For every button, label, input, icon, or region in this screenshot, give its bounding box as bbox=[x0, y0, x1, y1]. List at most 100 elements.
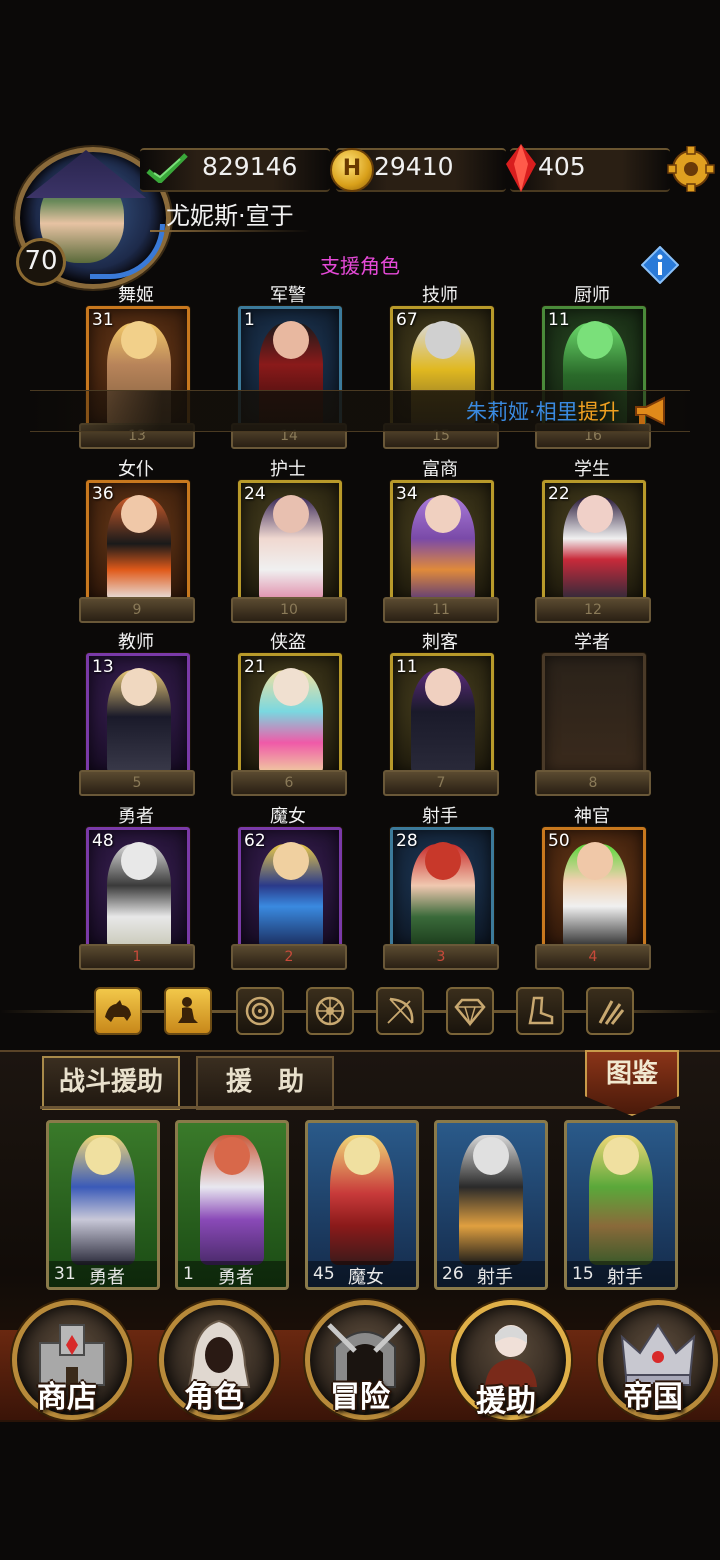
role-name: 军警 bbox=[270, 285, 306, 306]
support-card-class: 射手 bbox=[607, 1267, 643, 1288]
role-level: 62 bbox=[244, 831, 266, 851]
character-head bbox=[273, 842, 309, 880]
character-head bbox=[473, 1137, 509, 1175]
support-card[interactable]: 1 勇者 bbox=[175, 1120, 289, 1290]
role-card[interactable]: 28 bbox=[390, 827, 494, 949]
support-card[interactable]: 31 勇者 bbox=[46, 1120, 160, 1290]
character-head bbox=[273, 668, 309, 706]
support-card-info: 15 射手 bbox=[567, 1261, 675, 1287]
slot-plate: 12 bbox=[535, 597, 651, 623]
role-name: 射手 bbox=[422, 806, 458, 827]
bow-icon bbox=[387, 997, 414, 1024]
gem-value: 405 bbox=[538, 152, 586, 181]
tab-battle-support[interactable]: 战斗援助 bbox=[42, 1056, 180, 1110]
role-card[interactable]: 13 bbox=[86, 653, 190, 775]
filter-diamond-button[interactable] bbox=[446, 987, 494, 1035]
player-level-badge: 70 bbox=[16, 238, 66, 286]
role-name: 富商 bbox=[422, 459, 458, 480]
nav-empire-label: 帝国 bbox=[623, 1380, 683, 1415]
character-head bbox=[121, 668, 157, 706]
support-card-level: 1 bbox=[183, 1264, 194, 1284]
support-card[interactable]: 26 射手 bbox=[434, 1120, 548, 1290]
role-card[interactable]: 21 bbox=[238, 653, 342, 775]
red-gem-icon[interactable] bbox=[506, 144, 536, 192]
support-card-class: 勇者 bbox=[89, 1267, 125, 1288]
support-card-level: 45 bbox=[313, 1264, 335, 1284]
role-card[interactable]: 24 bbox=[238, 480, 342, 602]
character-head bbox=[273, 321, 309, 359]
role-name: 女仆 bbox=[118, 459, 154, 480]
role-level: 22 bbox=[548, 484, 570, 504]
filter-beast-button[interactable] bbox=[94, 987, 142, 1035]
role-level: 36 bbox=[92, 484, 114, 504]
slot-plate: 11 bbox=[383, 597, 499, 623]
slot-plate: 9 bbox=[79, 597, 195, 623]
role-card[interactable]: 36 bbox=[86, 480, 190, 602]
character-head bbox=[577, 495, 613, 533]
role-name: 技师 bbox=[422, 285, 458, 306]
role-level: 24 bbox=[244, 484, 266, 504]
filter-claw-button[interactable] bbox=[586, 987, 634, 1035]
section-title: 支援角色 bbox=[320, 254, 400, 278]
role-name: 侠盗 bbox=[270, 632, 306, 653]
role-name: 教师 bbox=[118, 632, 154, 653]
role-card-empty[interactable] bbox=[542, 653, 646, 775]
settings-gear-icon[interactable] bbox=[666, 146, 716, 192]
filter-wheel-button[interactable] bbox=[306, 987, 354, 1035]
gold-value: 29410 bbox=[374, 152, 454, 181]
horn-icon bbox=[635, 396, 665, 426]
slot-plate: 7 bbox=[383, 770, 499, 796]
role-name: 舞姬 bbox=[118, 285, 154, 306]
support-card-class: 射手 bbox=[477, 1267, 513, 1288]
role-level: 11 bbox=[548, 310, 570, 330]
role-card[interactable]: 48 bbox=[86, 827, 190, 949]
role-card[interactable]: 11 bbox=[390, 653, 494, 775]
character-head bbox=[85, 1137, 121, 1175]
role-card[interactable]: 62 bbox=[238, 827, 342, 949]
character-head bbox=[273, 495, 309, 533]
character-head bbox=[121, 842, 157, 880]
character-head bbox=[121, 321, 157, 359]
beast-icon bbox=[105, 1000, 131, 1022]
wheel-icon bbox=[315, 996, 345, 1026]
support-card[interactable]: 45 魔女 bbox=[305, 1120, 419, 1290]
nav-support-label: 援助 bbox=[476, 1384, 536, 1419]
exp-arc bbox=[90, 224, 165, 279]
announcement-text: 朱莉娅·相里提升 bbox=[466, 396, 620, 426]
role-name: 学者 bbox=[574, 632, 610, 653]
announcement-action: 提升 bbox=[577, 400, 620, 424]
role-card[interactable]: 50 bbox=[542, 827, 646, 949]
character-head bbox=[603, 1137, 639, 1175]
gold-coin-icon: H bbox=[330, 148, 374, 192]
character-head bbox=[577, 842, 613, 880]
role-name: 学生 bbox=[574, 459, 610, 480]
character-head bbox=[577, 321, 613, 359]
role-card[interactable]: 34 bbox=[390, 480, 494, 602]
filter-boot-button[interactable] bbox=[516, 987, 564, 1035]
role-level: 34 bbox=[396, 484, 418, 504]
character-head bbox=[425, 842, 461, 880]
support-card-class: 魔女 bbox=[348, 1267, 384, 1288]
support-card-info: 1 勇者 bbox=[178, 1261, 286, 1287]
filter-bow-button[interactable] bbox=[376, 987, 424, 1035]
tab-support[interactable]: 援 助 bbox=[196, 1056, 334, 1110]
slot-plate: 10 bbox=[231, 597, 347, 623]
role-level: 13 bbox=[92, 657, 114, 677]
filter-target-button[interactable] bbox=[236, 987, 284, 1035]
support-card-info: 26 射手 bbox=[437, 1261, 545, 1287]
info-icon[interactable] bbox=[641, 246, 679, 284]
character-head bbox=[425, 495, 461, 533]
tab-divider bbox=[40, 1106, 680, 1109]
nav-character-label: 角色 bbox=[184, 1380, 244, 1415]
support-card[interactable]: 15 射手 bbox=[564, 1120, 678, 1290]
player-name: 尤妮斯·宣于 bbox=[166, 202, 294, 230]
role-level: 11 bbox=[396, 657, 418, 677]
filter-woman-button[interactable] bbox=[164, 987, 212, 1035]
role-card[interactable]: 22 bbox=[542, 480, 646, 602]
role-level: 1 bbox=[244, 310, 255, 330]
role-name: 护士 bbox=[270, 459, 306, 480]
game-screen: 70 829146 H 29410 405 尤妮斯·宣于 支援角色 舞姬 军警 … bbox=[0, 0, 720, 1560]
character-head bbox=[425, 321, 461, 359]
woman-silhouette-icon bbox=[178, 997, 198, 1023]
role-level: 21 bbox=[244, 657, 266, 677]
